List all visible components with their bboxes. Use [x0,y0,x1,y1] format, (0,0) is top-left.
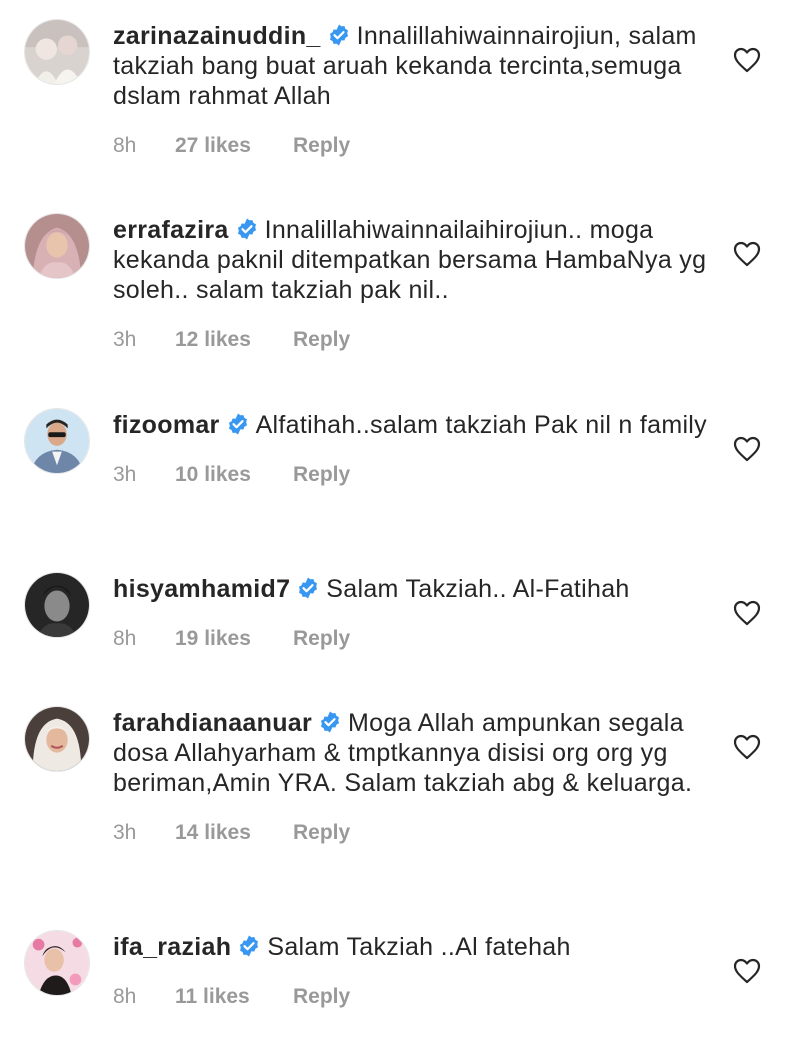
reply-button[interactable]: Reply [293,820,350,846]
heart-outline-icon[interactable] [733,958,761,984]
comment-text: Alfatihah..salam takziah Pak nil n famil… [255,411,707,439]
verified-badge-icon [237,218,256,240]
avatar-image [25,214,89,278]
verified-badge-icon [228,413,247,435]
heart-outline-icon[interactable] [733,600,761,626]
comment-text: Salam Takziah ..Al fatehah [267,933,571,961]
verified-badge-icon [299,577,318,599]
comment-body: hisyamhamid7 Salam Takziah.. Al-Fatihah 8… [113,574,713,652]
avatar-image [25,931,89,995]
avatar[interactable] [24,930,90,996]
heart-outline-icon[interactable] [733,436,761,462]
likes-count[interactable]: 27 likes [175,133,293,159]
avatar-image [25,20,89,84]
likes-count[interactable]: 10 likes [175,462,293,488]
timestamp: 8h [113,985,137,1008]
comment-meta: 8h 11 likes Reply [113,984,713,1010]
comment-meta: 3h 10 likes Reply [113,462,713,488]
comment-text-block: farahdianaanuar Moga Allah ampunkan segal… [113,708,713,798]
avatar[interactable] [24,19,90,85]
comment-body: errafazira Innalillahiwainnailaihirojiun.… [113,215,713,353]
avatar-image [25,573,89,637]
comment-meta: 3h 12 likes Reply [113,327,713,353]
username[interactable]: zarinazainuddin_ [113,22,321,50]
comment-text-block: hisyamhamid7 Salam Takziah.. Al-Fatihah [113,574,713,604]
username[interactable]: fizoomar [113,411,220,439]
comment-body: fizoomar Alfatihah..salam takziah Pak nil… [113,410,713,488]
reply-button[interactable]: Reply [293,133,350,159]
avatar[interactable] [24,706,90,772]
comment-meta: 3h 14 likes Reply [113,820,713,846]
avatar[interactable] [24,408,90,474]
avatar-image [25,409,89,473]
avatar-image [25,707,89,771]
comment-meta: 8h 19 likes Reply [113,626,713,652]
likes-count[interactable]: 11 likes [175,984,293,1010]
comment-text-block: ifa_raziah Salam Takziah ..Al fatehah [113,932,713,962]
reply-button[interactable]: Reply [293,327,350,353]
likes-count[interactable]: 19 likes [175,626,293,652]
reply-button[interactable]: Reply [293,462,350,488]
timestamp: 8h [113,627,137,650]
comment-text: Salam Takziah.. Al-Fatihah [326,575,630,603]
comment-meta: 8h 27 likes Reply [113,133,713,159]
username[interactable]: errafazira [113,216,229,244]
comment-body: ifa_raziah Salam Takziah ..Al fatehah 8h … [113,932,713,1010]
comment-body: zarinazainuddin_ Innalillahiwainnairojiun… [113,21,713,159]
likes-count[interactable]: 12 likes [175,327,293,353]
timestamp: 3h [113,821,137,844]
heart-outline-icon[interactable] [733,241,761,267]
heart-outline-icon[interactable] [733,734,761,760]
timestamp: 8h [113,134,137,157]
comment-text-block: errafazira Innalillahiwainnailaihirojiun.… [113,215,713,305]
username[interactable]: farahdianaanuar [113,709,312,737]
avatar[interactable] [24,572,90,638]
verified-badge-icon [321,711,340,733]
heart-outline-icon[interactable] [733,47,761,73]
verified-badge-icon [240,935,259,957]
comment-text-block: zarinazainuddin_ Innalillahiwainnairojiun… [113,21,713,111]
reply-button[interactable]: Reply [293,984,350,1010]
reply-button[interactable]: Reply [293,626,350,652]
comment-text-block: fizoomar Alfatihah..salam takziah Pak nil… [113,410,713,440]
verified-badge-icon [329,24,348,46]
avatar[interactable] [24,213,90,279]
likes-count[interactable]: 14 likes [175,820,293,846]
username[interactable]: hisyamhamid7 [113,575,290,603]
timestamp: 3h [113,463,137,486]
comment-body: farahdianaanuar Moga Allah ampunkan segal… [113,708,713,846]
timestamp: 3h [113,328,137,351]
username[interactable]: ifa_raziah [113,933,231,961]
